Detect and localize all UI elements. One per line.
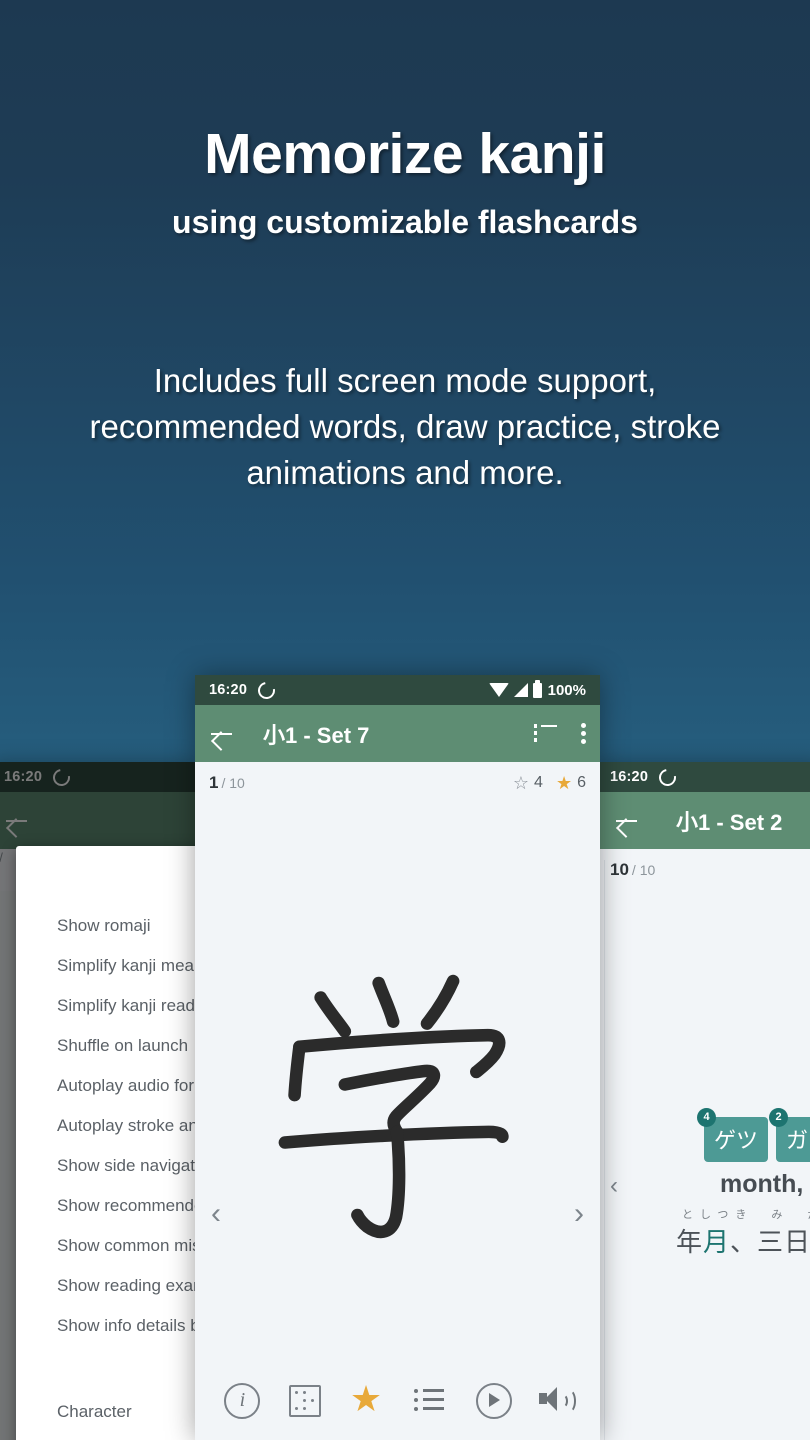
unstarred-count: 4 [534, 774, 543, 791]
reading-badge-count: 4 [697, 1108, 716, 1127]
center-status-bar: 16:20 100% [195, 675, 600, 705]
setting-row[interactable]: Show common mista [16, 1226, 198, 1266]
reading-chip[interactable]: 4 ゲツ [697, 1108, 769, 1162]
battery-icon [532, 679, 542, 698]
setting-row[interactable]: Autoplay audio for rea [16, 1066, 198, 1106]
right-phone-screenshot: 16:20 小1 - Set 2 10 / 10 ‹ 4 ゲツ 2 ガツ mon… [596, 762, 810, 1440]
right-counter-row: 10 / 10 [596, 849, 810, 891]
next-card-button[interactable]: › [574, 1199, 584, 1229]
setting-row[interactable]: Show side navigation [16, 1146, 198, 1186]
reading-examples: としつき み か 年月、三日、 [676, 1206, 810, 1259]
right-app-bar-title: 小1 - Set 2 [676, 809, 783, 835]
status-time: 16:20 [610, 769, 649, 785]
reading-chip-label: ガツ [786, 1129, 810, 1154]
signal-icon [513, 683, 528, 697]
reading-chip-label: ゲツ [714, 1129, 759, 1154]
setting-row[interactable]: Show recommended [16, 1186, 198, 1226]
info-icon[interactable]: i [220, 1379, 261, 1419]
reading-chips: 4 ゲツ 2 ガツ [697, 1108, 810, 1162]
setting-row[interactable]: Show info details by c [16, 1306, 198, 1346]
reading-badge-count: 2 [769, 1108, 789, 1127]
bottom-toolbar: i ★ [195, 1358, 600, 1440]
promo-screenshot: Memorize kanji using customizable flashc… [0, 0, 810, 1440]
prev-card-button[interactable]: ‹ [211, 1199, 221, 1229]
setting-row[interactable]: Shuffle on launch [16, 1026, 198, 1066]
dialog-section-display: Display o [16, 874, 198, 892]
right-app-bar: 小1 - Set 2 [596, 792, 810, 849]
list-icon[interactable] [534, 724, 557, 743]
page-subtitle: using customizable flashcards [172, 204, 638, 240]
card-total: / 10 [221, 775, 245, 791]
battery-percent: 100% [547, 681, 586, 699]
card-index: 1 [209, 773, 219, 792]
reading-chip[interactable]: 2 ガツ [769, 1108, 810, 1162]
setting-row[interactable]: Character [16, 1392, 198, 1432]
center-counter-row: 1 / 10 ☆ 4 ★ 6 [195, 762, 600, 804]
kanji-glyph [278, 974, 509, 1239]
example-text-a: 年 [676, 1228, 704, 1258]
furigana-line: としつき み か [682, 1208, 810, 1221]
card-total: / 10 [631, 862, 656, 878]
star-filled-icon: ★ [555, 772, 573, 793]
play-icon[interactable] [472, 1379, 512, 1419]
center-app-bar-title: 小1 - Set 7 [263, 722, 370, 748]
center-phone-screenshot: 16:20 100% 小1 - Set 7 1 / 10 ☆ 4 ★ 6 ‹ ›… [195, 675, 600, 1440]
arrow-back-icon[interactable] [614, 808, 640, 834]
arrow-back-icon[interactable] [209, 721, 235, 747]
setting-row[interactable]: Show romaji [16, 906, 198, 946]
right-status-bar: 16:20 [596, 762, 810, 792]
kanji-meaning: month, m [720, 1170, 810, 1198]
status-time: 16:20 [209, 682, 248, 698]
card-index: 10 [610, 860, 629, 879]
right-side-nav-prev[interactable]: ‹ [610, 1172, 618, 1200]
starred-count: 6 [577, 774, 586, 791]
dialog-section-info: Info de [16, 1360, 198, 1378]
flashcard-area[interactable]: ‹ › 学生、文学、休学 [195, 804, 600, 1397]
setting-row[interactable]: Autoplay stroke anim [16, 1106, 198, 1146]
left-side-nav-prev[interactable]: ‹ [0, 1187, 1, 1215]
circle-notification-icon [655, 765, 680, 789]
center-app-bar: 小1 - Set 7 [195, 705, 600, 762]
wifi-icon [488, 683, 509, 697]
example-line: 年月、三日、 [676, 1222, 810, 1259]
list-icon[interactable] [409, 1379, 449, 1419]
kebab-menu-icon[interactable] [581, 723, 586, 744]
setting-row[interactable]: Simplify kanji reading [16, 986, 198, 1026]
page-title: Memorize kanji [204, 122, 606, 186]
star-outline-icon: ☆ [512, 772, 530, 793]
display-options-dialog: Display o Show romaji Simplify kanji mea… [16, 846, 198, 1440]
example-text-c: 、三日、 [730, 1228, 810, 1258]
right-divider [604, 860, 605, 1440]
circle-notification-icon [254, 678, 279, 702]
draw-grid-icon[interactable] [283, 1379, 323, 1419]
left-phone-screenshot: 16:20 1/ ‹ Display o Show romaji Simplif… [0, 762, 198, 1440]
setting-row[interactable]: Simplify kanji meanin [16, 946, 198, 986]
volume-icon[interactable] [535, 1379, 576, 1419]
setting-row[interactable]: Show reading exampl [16, 1266, 198, 1306]
star-filled-icon[interactable]: ★ [346, 1378, 386, 1419]
promo-body-text: Includes full screen mode support, recom… [89, 362, 721, 492]
example-text-highlight: 月 [703, 1228, 731, 1258]
